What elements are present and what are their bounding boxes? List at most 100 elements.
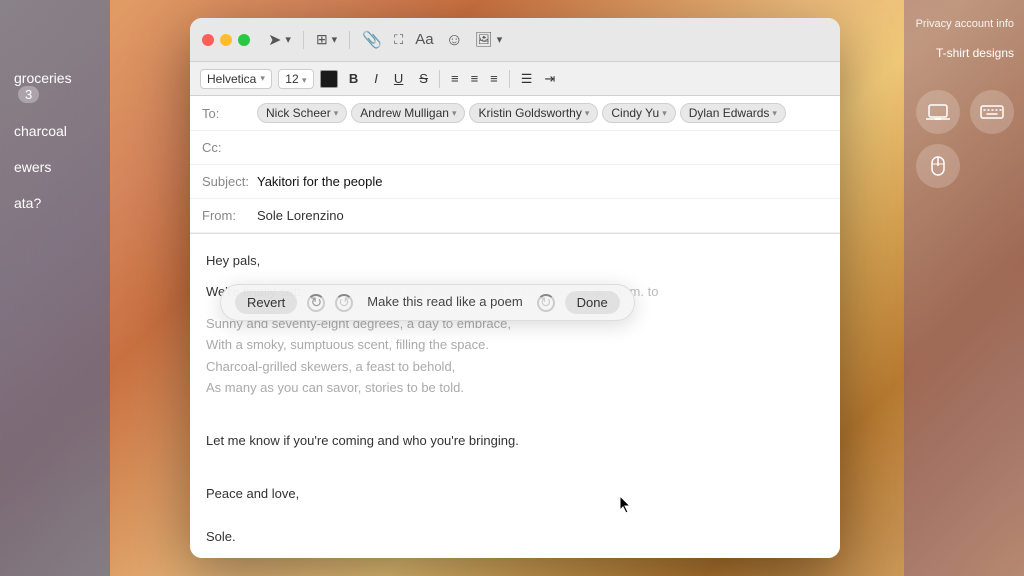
sidebar-item-ewers[interactable]: ewers	[0, 149, 110, 185]
indent-button[interactable]: ⇥	[539, 69, 560, 89]
list-button[interactable]: ☰	[516, 69, 538, 89]
minimize-button[interactable]	[220, 34, 232, 46]
sidebar: groceries 3 charcoal ewers ata?	[0, 0, 110, 576]
align-right-button[interactable]: ≡	[485, 69, 503, 88]
greeting: Hey pals,	[206, 250, 824, 271]
underline-button[interactable]: U	[389, 69, 408, 88]
title-bar: ➤ ▾ ⊞ ▾ 📎 ⛶ Aa ☺ 🖼 ▾	[190, 18, 840, 62]
revert-button[interactable]: Revert	[235, 291, 297, 314]
send-dropdown-icon[interactable]: ▾	[285, 33, 291, 46]
signature-text: Sole.	[206, 526, 824, 547]
emoji-icon[interactable]: ☺	[446, 30, 463, 50]
divider	[303, 31, 304, 49]
sidebar-item-ata[interactable]: ata?	[0, 185, 110, 221]
strikethrough-button[interactable]: S	[414, 69, 433, 88]
right-panel: Privacy account info T-shirt designs	[904, 0, 1024, 576]
ai-toolbar: Revert ↻ ↺ Make this read like a poem ↻ …	[220, 284, 635, 321]
cc-label: Cc:	[202, 140, 257, 155]
font-selector[interactable]: Helvetica ▾	[200, 69, 272, 89]
italic-button[interactable]: I	[369, 69, 383, 88]
archive-dropdown-icon[interactable]: ▾	[332, 33, 338, 46]
recipient-cindy-yu[interactable]: Cindy Yu ▾	[602, 103, 675, 123]
recipient-dylan-edwards[interactable]: Dylan Edwards ▾	[680, 103, 786, 123]
poem-line-3: Charcoal-grilled skewers, a feast to beh…	[206, 356, 824, 377]
photo-dropdown-icon[interactable]: ▾	[497, 33, 503, 46]
recipient-dropdown-icon: ▾	[452, 108, 457, 119]
recipient-dropdown-icon: ▾	[772, 108, 777, 119]
recipient-kristin-goldsworthy[interactable]: Kristin Goldsworthy ▾	[469, 103, 598, 123]
to-field-row: To: Nick Scheer ▾ Andrew Mulligan ▾ Kris…	[190, 96, 840, 131]
divider2	[349, 31, 350, 49]
recipient-dropdown-icon: ▾	[585, 108, 590, 119]
right-panel-tshirt[interactable]: T-shirt designs	[904, 38, 1024, 68]
sidebar-item-label: ata?	[14, 195, 41, 211]
align-group: ≡ ≡ ≡	[446, 69, 503, 88]
to-field-content: Nick Scheer ▾ Andrew Mulligan ▾ Kristin …	[257, 103, 828, 123]
cc-field-row: Cc:	[190, 131, 840, 165]
recipient-name: Andrew Mulligan	[360, 106, 449, 120]
align-left-button[interactable]: ≡	[446, 69, 464, 88]
send-icon[interactable]: ➤	[268, 30, 281, 50]
from-label: From:	[202, 208, 257, 223]
size-dropdown-icon: ▾	[302, 75, 307, 85]
poem-line-4: As many as you can savor, stories to be …	[206, 377, 824, 398]
fullscreen-icon[interactable]: ⛶	[394, 32, 403, 48]
from-field-row: From: Sole Lorenzino	[190, 199, 840, 233]
poem-text: Sunny and seventy-eight degrees, a day t…	[206, 313, 824, 399]
sidebar-item-label: groceries	[14, 70, 72, 86]
format-bar: Helvetica ▾ 12 ▾ B I U S ≡ ≡ ≡ ☰ ⇥	[190, 62, 840, 96]
poem-line-2: With a smoky, sumptuous scent, filling t…	[206, 334, 824, 355]
recipient-name: Dylan Edwards	[689, 106, 770, 120]
from-value[interactable]: Sole Lorenzino	[257, 208, 344, 223]
recipient-andrew-mulligan[interactable]: Andrew Mulligan ▾	[351, 103, 465, 123]
photo-icon[interactable]: 🖼	[475, 31, 493, 48]
keyboard-icon[interactable]	[970, 90, 1014, 134]
recipient-dropdown-icon: ▾	[662, 108, 667, 119]
bold-button[interactable]: B	[344, 69, 363, 88]
recipient-nick-scheer[interactable]: Nick Scheer ▾	[257, 103, 347, 123]
format-divider1	[439, 70, 440, 88]
ai-suggestion-label: Make this read like a poem	[363, 292, 526, 313]
maximize-button[interactable]	[238, 34, 250, 46]
icon-grid	[904, 78, 1024, 200]
invite-text: Let me know if you're coming and who you…	[206, 430, 824, 451]
list-group: ☰ ⇥	[516, 69, 561, 89]
text-color-picker[interactable]	[320, 70, 338, 88]
header-fields: To: Nick Scheer ▾ Andrew Mulligan ▾ Kris…	[190, 96, 840, 234]
close-button[interactable]	[202, 34, 214, 46]
ai-done-spinner-icon: ↻	[537, 294, 555, 312]
sidebar-badge: 3	[18, 86, 39, 103]
done-button[interactable]: Done	[565, 291, 620, 314]
subject-value[interactable]: Yakitori for the people	[257, 174, 383, 189]
archive-icon[interactable]: ⊞	[316, 31, 328, 48]
toolbar: ➤ ▾ ⊞ ▾ 📎 ⛶ Aa ☺ 🖼 ▾	[268, 30, 502, 50]
format-divider2	[509, 70, 510, 88]
right-panel-title: Privacy account info	[904, 10, 1024, 38]
mail-window: ➤ ▾ ⊞ ▾ 📎 ⛶ Aa ☺ 🖼 ▾ Helvetica ▾ 12 ▾ B …	[190, 18, 840, 558]
subject-field-row: Subject: Yakitori for the people	[190, 165, 840, 199]
traffic-lights	[202, 34, 250, 46]
recipient-name: Kristin Goldsworthy	[478, 106, 581, 120]
font-size-value: 12	[285, 72, 298, 86]
sidebar-item-charcoal[interactable]: charcoal	[0, 113, 110, 149]
subject-label: Subject:	[202, 174, 257, 189]
font-dropdown-icon: ▾	[260, 73, 265, 84]
recipient-name: Nick Scheer	[266, 106, 331, 120]
ai-spinner-icon: ↻	[307, 294, 325, 312]
font-size-selector[interactable]: 12 ▾	[278, 69, 314, 89]
laptop-icon[interactable]	[916, 90, 960, 134]
align-center-button[interactable]: ≡	[466, 69, 484, 88]
recipient-dropdown-icon: ▾	[334, 108, 339, 119]
sidebar-item-label: ewers	[14, 159, 51, 175]
to-label: To:	[202, 106, 257, 121]
peace-text: Peace and love,	[206, 483, 824, 504]
font-name: Helvetica	[207, 72, 256, 86]
recipient-name: Cindy Yu	[611, 106, 659, 120]
font-icon[interactable]: Aa	[415, 31, 433, 48]
sidebar-item-groceries[interactable]: groceries 3	[0, 60, 110, 113]
ai-spinner2-icon: ↺	[335, 294, 353, 312]
sidebar-item-label: charcoal	[14, 123, 67, 139]
paperclip-icon[interactable]: 📎	[362, 30, 382, 50]
mouse-icon[interactable]	[916, 144, 960, 188]
mail-body[interactable]: Hey pals, We're finally settling the det…	[190, 234, 840, 558]
